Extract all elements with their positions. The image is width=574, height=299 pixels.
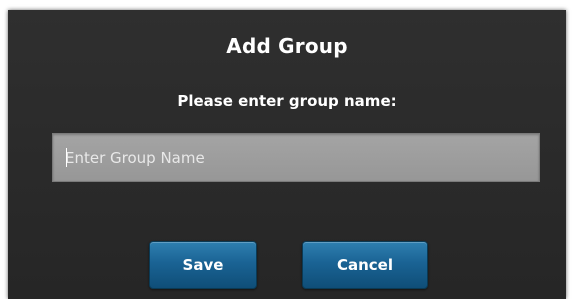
group-name-prompt: Please enter group name: bbox=[177, 92, 397, 110]
dialog-title: Add Group bbox=[226, 34, 348, 58]
text-caret bbox=[66, 148, 67, 167]
cancel-button[interactable]: Cancel bbox=[302, 241, 428, 289]
group-name-field-wrapper bbox=[52, 133, 540, 182]
save-button[interactable]: Save bbox=[149, 241, 257, 289]
group-name-input[interactable] bbox=[52, 133, 540, 182]
add-group-dialog: Add Group Please enter group name: Save … bbox=[8, 10, 566, 299]
